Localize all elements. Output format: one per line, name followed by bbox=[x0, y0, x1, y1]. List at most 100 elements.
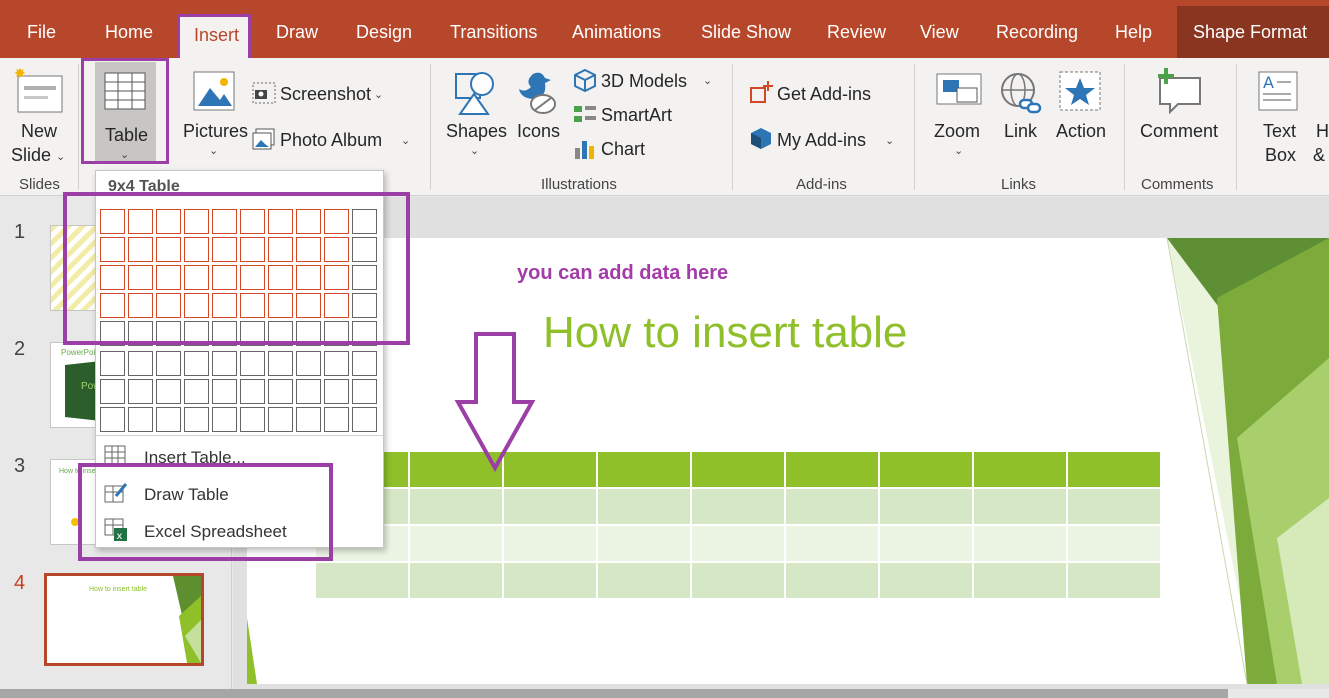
table-cell[interactable] bbox=[878, 487, 974, 526]
table-cell[interactable] bbox=[596, 524, 692, 563]
slide-number-active: 4 bbox=[14, 572, 26, 594]
horizontal-scrollbar[interactable] bbox=[0, 689, 1228, 698]
group-label-comments: Comments bbox=[1141, 176, 1214, 193]
table-grid-cell[interactable] bbox=[324, 407, 349, 432]
table-cell[interactable] bbox=[1066, 561, 1161, 599]
table-grid-cell[interactable] bbox=[184, 407, 209, 432]
table-grid-cell[interactable] bbox=[240, 407, 265, 432]
table-cell[interactable] bbox=[784, 561, 880, 599]
group-label-slides: Slides bbox=[19, 176, 60, 193]
table-grid-cell[interactable] bbox=[184, 379, 209, 404]
table-cell[interactable] bbox=[596, 487, 692, 526]
pictures-icon bbox=[193, 71, 235, 111]
table-header-cell[interactable] bbox=[784, 451, 880, 489]
table-cell[interactable] bbox=[690, 561, 786, 599]
table-cell[interactable] bbox=[408, 487, 504, 526]
table-cell[interactable] bbox=[690, 487, 786, 526]
tab-insert[interactable]: Insert bbox=[177, 14, 251, 58]
table-cell[interactable] bbox=[972, 524, 1068, 563]
icons-icon bbox=[519, 72, 556, 114]
table-cell[interactable] bbox=[502, 524, 598, 563]
tab-insert-label: Insert bbox=[194, 25, 240, 45]
table-grid-cell[interactable] bbox=[324, 351, 349, 376]
slide-thumbnail-4-active[interactable]: How to insert table bbox=[44, 573, 204, 666]
table-cell[interactable] bbox=[315, 561, 410, 599]
slide-table[interactable] bbox=[315, 451, 1161, 599]
photo-album-icon bbox=[252, 128, 275, 150]
table-grid-cell[interactable] bbox=[296, 351, 321, 376]
annotation-text: you can add data here bbox=[517, 262, 729, 284]
table-grid-cell[interactable] bbox=[212, 351, 237, 376]
table-grid-cell[interactable] bbox=[240, 351, 265, 376]
table-grid-cell[interactable] bbox=[156, 351, 181, 376]
table-grid-cell[interactable] bbox=[100, 379, 125, 404]
tab-draw[interactable]: Draw bbox=[276, 22, 318, 43]
comment-label: Comment bbox=[1140, 121, 1219, 141]
table-header-cell[interactable] bbox=[596, 451, 692, 489]
table-grid-cell[interactable] bbox=[156, 379, 181, 404]
table-cell[interactable] bbox=[1066, 487, 1161, 526]
table-cell[interactable] bbox=[1066, 524, 1161, 563]
group-label-add-ins: Add-ins bbox=[796, 176, 847, 193]
table-grid-cell[interactable] bbox=[324, 379, 349, 404]
table-cell[interactable] bbox=[502, 561, 598, 599]
table-cell[interactable] bbox=[972, 487, 1068, 526]
table-grid-cell[interactable] bbox=[100, 351, 125, 376]
table-cell[interactable] bbox=[878, 561, 974, 599]
table-grid-cell[interactable] bbox=[268, 379, 293, 404]
table-grid-cell[interactable] bbox=[268, 351, 293, 376]
tab-animations[interactable]: Animations bbox=[572, 22, 661, 43]
my-add-ins-label: My Add-ins bbox=[777, 130, 867, 150]
tab-slide-show[interactable]: Slide Show bbox=[701, 22, 791, 43]
chart-label: Chart bbox=[601, 139, 646, 159]
group-divider bbox=[914, 64, 915, 190]
zoom-label: Zoom bbox=[934, 121, 981, 141]
table-grid-cell[interactable] bbox=[296, 407, 321, 432]
table-grid-cell[interactable] bbox=[184, 351, 209, 376]
tab-shape-format[interactable]: Shape Format bbox=[1177, 6, 1329, 58]
tab-home[interactable]: Home bbox=[105, 22, 153, 43]
tab-review[interactable]: Review bbox=[827, 22, 886, 43]
table-grid-cell[interactable] bbox=[212, 379, 237, 404]
table-header-cell[interactable] bbox=[878, 451, 974, 489]
table-cell[interactable] bbox=[690, 524, 786, 563]
table-grid-cell[interactable] bbox=[212, 407, 237, 432]
table-cell[interactable] bbox=[972, 561, 1068, 599]
tab-view[interactable]: View bbox=[920, 22, 959, 43]
group-divider bbox=[732, 64, 733, 190]
table-header-cell[interactable] bbox=[690, 451, 786, 489]
table-grid-cell[interactable] bbox=[240, 379, 265, 404]
table-cell[interactable] bbox=[878, 524, 974, 563]
table-header-cell[interactable] bbox=[972, 451, 1068, 489]
table-grid-cell[interactable] bbox=[100, 407, 125, 432]
table-grid-cell[interactable] bbox=[352, 407, 377, 432]
table-grid-cell[interactable] bbox=[156, 407, 181, 432]
tab-file[interactable]: File bbox=[27, 22, 56, 43]
table-cell[interactable] bbox=[596, 561, 692, 599]
table-grid-cell[interactable] bbox=[352, 351, 377, 376]
3d-models-label: 3D Models bbox=[601, 71, 688, 91]
table-grid-cell[interactable] bbox=[128, 379, 153, 404]
header-footer-label-partial[interactable]: H bbox=[1316, 121, 1329, 142]
thumbnail-art bbox=[173, 576, 201, 663]
table-grid-cell[interactable] bbox=[268, 407, 293, 432]
tab-recording[interactable]: Recording bbox=[996, 22, 1078, 43]
table-cell[interactable] bbox=[408, 561, 504, 599]
tab-transitions[interactable]: Transitions bbox=[450, 22, 537, 43]
table-cell[interactable] bbox=[408, 524, 504, 563]
table-grid-cell[interactable] bbox=[352, 379, 377, 404]
tab-design[interactable]: Design bbox=[356, 22, 412, 43]
tab-help[interactable]: Help bbox=[1115, 22, 1152, 43]
table-cell[interactable] bbox=[502, 487, 598, 526]
chevron-down-icon: ⌄ bbox=[703, 75, 713, 87]
table-grid-cell[interactable] bbox=[128, 407, 153, 432]
table-grid-cell[interactable] bbox=[296, 379, 321, 404]
chevron-down-icon: ⌄ bbox=[56, 151, 66, 163]
table-grid-cell[interactable] bbox=[128, 351, 153, 376]
table-header-cell[interactable] bbox=[1066, 451, 1161, 489]
chevron-down-icon: ⌄ bbox=[885, 135, 895, 147]
slide-title[interactable]: How to insert table bbox=[543, 308, 907, 358]
table-cell[interactable] bbox=[784, 524, 880, 563]
group-divider bbox=[1236, 64, 1237, 190]
table-cell[interactable] bbox=[784, 487, 880, 526]
